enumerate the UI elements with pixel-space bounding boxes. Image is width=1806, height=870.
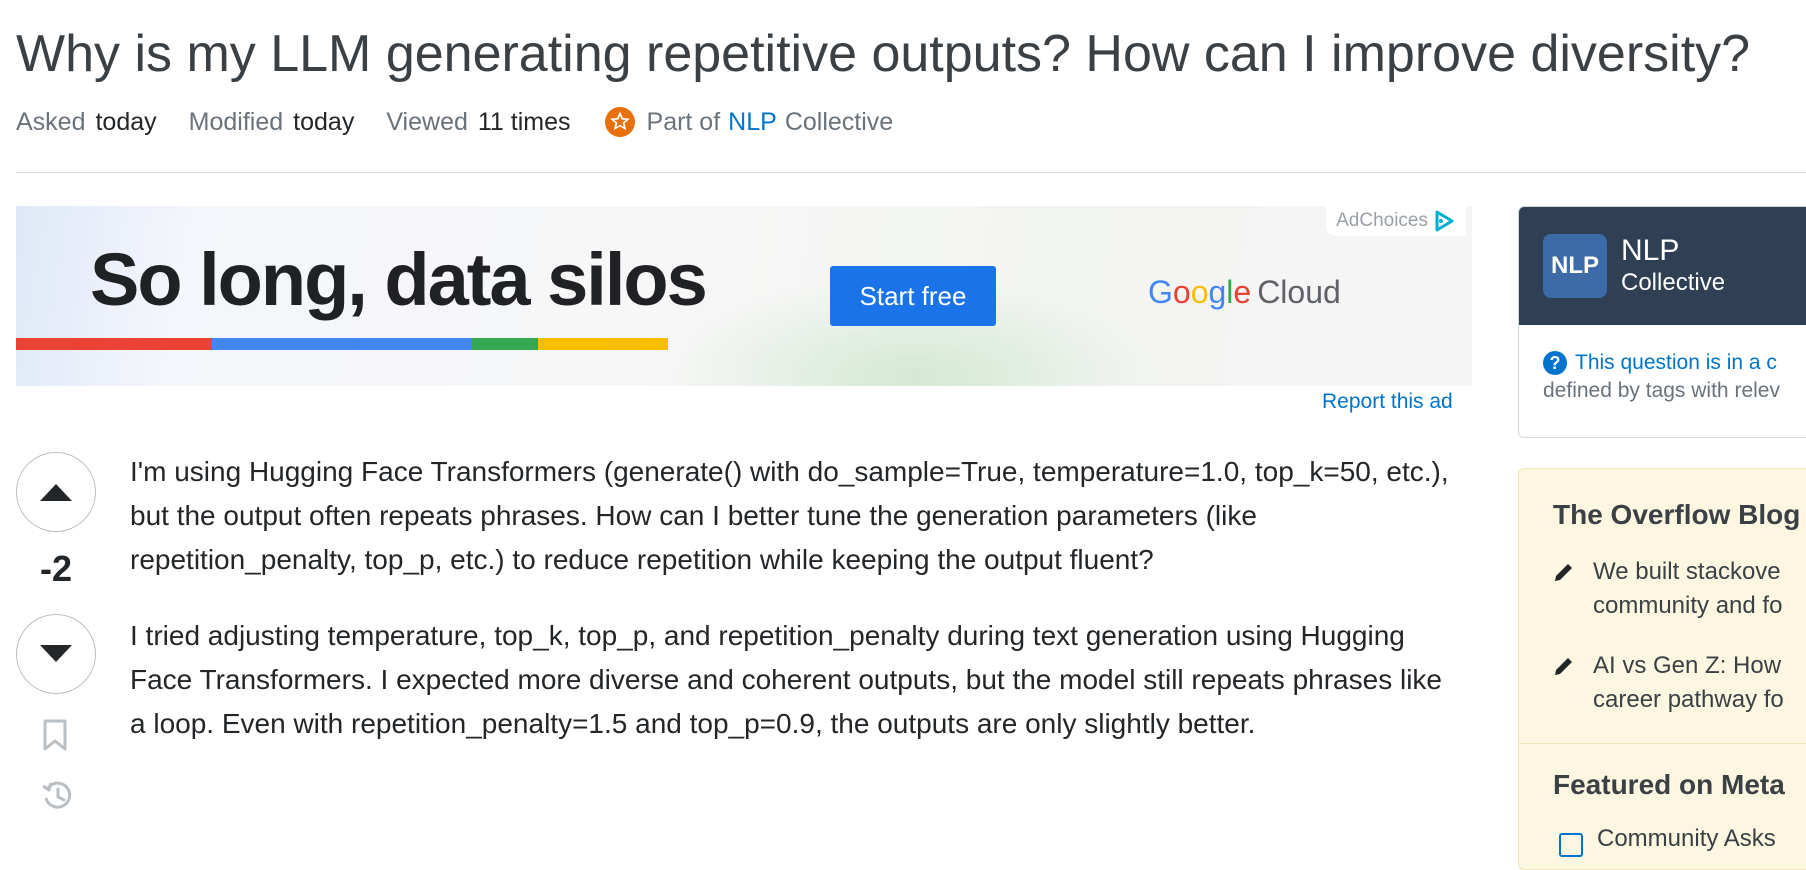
collective-name-line1: NLP <box>1621 234 1680 267</box>
adchoices-icon <box>1435 210 1454 232</box>
vote-count: -2 <box>39 548 72 589</box>
collective-info: ? This question is in a c defined by tag… <box>1519 325 1806 405</box>
collective-name-line2: Collective <box>1621 269 1726 296</box>
meta-checkbox-icon <box>1559 833 1583 857</box>
bookmark-icon[interactable] <box>40 718 70 752</box>
body-paragraph: I tried adjusting temperature, top_k, to… <box>130 620 1442 739</box>
asked-value: today <box>95 107 157 136</box>
collective-desc: defined by tags with relev <box>1543 379 1780 402</box>
ad-banner[interactable]: So long, data silos Start free Google Cl… <box>16 206 1472 386</box>
collective-badge[interactable]: Part of NLP Collective <box>603 105 894 139</box>
pencil-icon <box>1555 564 1572 581</box>
collective-name[interactable]: NLP Collective <box>1621 234 1725 298</box>
modified-label: Modified <box>188 107 284 136</box>
collective-info-link[interactable]: ? This question is in a c <box>1543 349 1806 377</box>
stripe-red <box>16 338 212 350</box>
stripe-yellow <box>538 338 668 350</box>
stripe-blue <box>212 338 472 350</box>
adchoices-label: AdChoices <box>1336 210 1428 231</box>
collective-prefix: Part of <box>646 107 721 136</box>
collective-info-text: This question is in a c <box>1575 351 1777 374</box>
question-meta: Asked today Modified today Viewed 11 tim… <box>16 104 893 140</box>
history-icon[interactable] <box>40 778 76 814</box>
blog-item-line1: We built stackove <box>1593 558 1781 585</box>
featured-item-link[interactable]: Community Asks <box>1597 825 1776 853</box>
blog-item[interactable]: AI vs Gen Z: How career pathway fo <box>1553 649 1784 717</box>
nlp-collective-logo: NLP <box>1543 234 1607 298</box>
arrow-down-icon <box>40 645 72 662</box>
blog-item-line1: AI vs Gen Z: How <box>1593 652 1782 679</box>
collective-star-icon <box>604 107 635 137</box>
collective-card[interactable]: NLP NLP Collective ? This question is in… <box>1518 206 1806 438</box>
ad-start-free-button[interactable]: Start free <box>830 266 996 326</box>
asked-label: Asked <box>16 107 86 136</box>
overflow-blog-widget: The Overflow Blog We built stackove comm… <box>1518 468 1806 870</box>
arrow-up-icon <box>40 484 72 501</box>
ad-color-stripe <box>16 338 668 350</box>
upvote-button[interactable] <box>16 452 96 532</box>
collective-suffix: Collective <box>784 107 894 136</box>
stripe-green <box>472 338 538 350</box>
blog-heading: The Overflow Blog <box>1553 499 1801 530</box>
featured-meta-heading: Featured on Meta <box>1553 769 1785 800</box>
modified-value[interactable]: today <box>293 108 354 137</box>
viewed-label: Viewed <box>386 107 468 136</box>
question-title[interactable]: Why is my LLM generating repetitive outp… <box>16 18 1796 90</box>
question-circle-icon: ? <box>1543 351 1567 375</box>
blog-divider <box>1519 743 1806 744</box>
pencil-icon <box>1555 658 1572 675</box>
blog-item-line2: community and fo <box>1593 592 1783 619</box>
ad-headline: So long, data silos <box>90 238 708 321</box>
question-body: I'm using Hugging Face Transformers (gen… <box>130 450 1450 778</box>
header-divider <box>16 172 1806 173</box>
blog-item[interactable]: We built stackove community and fo <box>1553 555 1782 623</box>
collective-header[interactable]: NLP NLP Collective <box>1519 207 1806 325</box>
cloud-wordmark: Cloud <box>1257 274 1341 310</box>
google-wordmark: Google <box>1148 274 1252 310</box>
blog-item-line2: career pathway fo <box>1593 686 1784 713</box>
report-ad-link[interactable]: Report this ad <box>1322 390 1453 414</box>
adchoices-badge[interactable]: AdChoices <box>1326 206 1466 236</box>
collective-link[interactable]: NLP <box>728 108 777 137</box>
downvote-button[interactable] <box>16 614 96 694</box>
body-paragraph: I'm using Hugging Face Transformers (gen… <box>130 456 1449 575</box>
google-cloud-logo: Google Cloud <box>1148 274 1341 311</box>
viewed-value: 11 times <box>477 107 571 136</box>
